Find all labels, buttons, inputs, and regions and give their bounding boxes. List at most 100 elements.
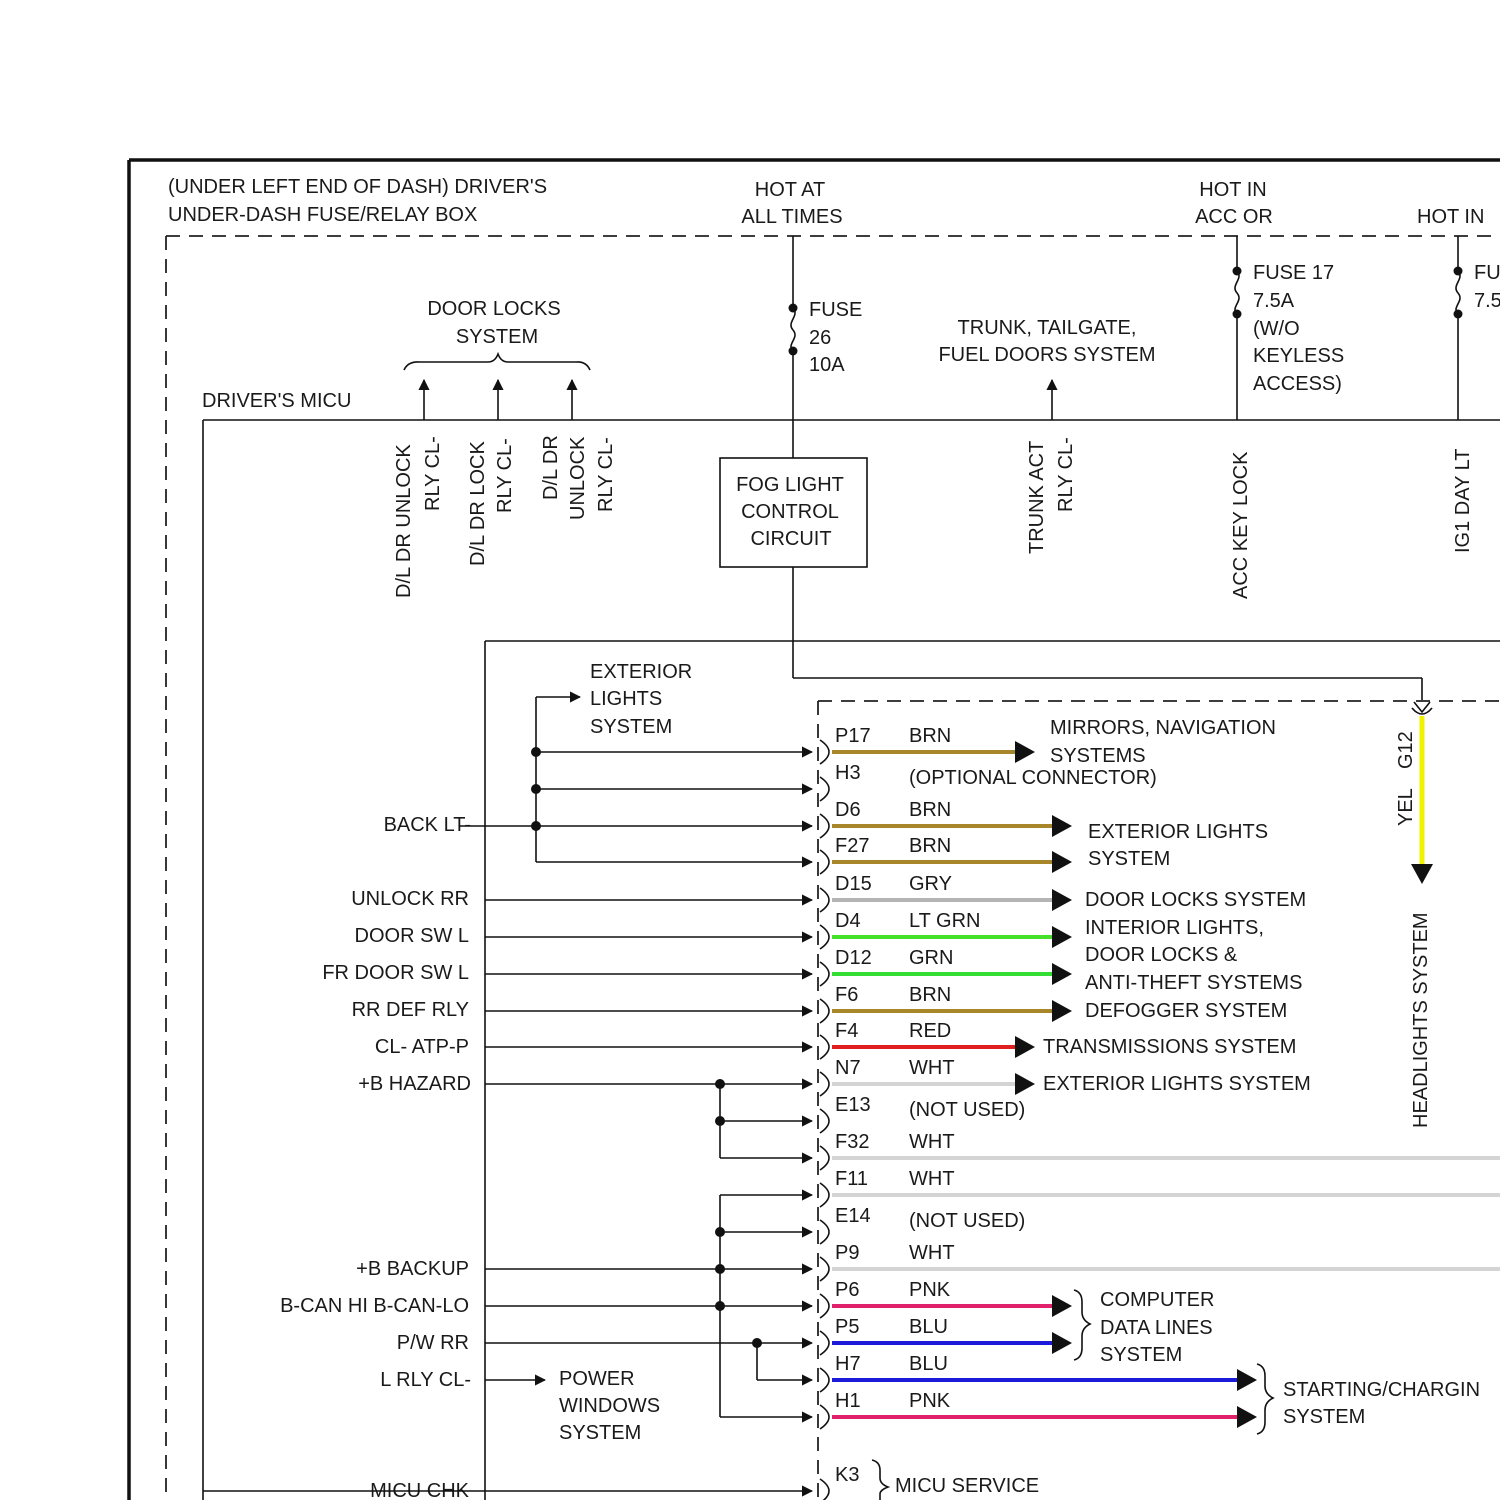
pin-row: H7 BLU [819, 1353, 948, 1393]
connector-bracket [819, 1182, 830, 1208]
diagram-canvas: (UNDER LEFT END OF DASH) DRIVER'S UNDER-… [127, 158, 1500, 1500]
pin-row: P9 WHT [819, 1242, 955, 1282]
left-label-micu-chk: MICU CHK [370, 1480, 470, 1500]
fog-light-label-3: CIRCUIT [750, 528, 831, 550]
dest-defogger: DEFOGGER SYSTEM [1085, 1000, 1287, 1022]
pin-row: F32 WHT [819, 1131, 955, 1171]
pin-row: D15 GRY [819, 873, 952, 913]
connector-bracket [819, 1256, 830, 1282]
pin-row: E13 (NOT USED) [819, 1094, 1025, 1134]
pin-id: N7 [835, 1057, 861, 1079]
power-windows-label-3: SYSTEM [559, 1422, 641, 1444]
pin-label-rly-cl-3: RLY CL- [595, 437, 617, 512]
pin-label-dl-dr-unlock: D/L DR UNLOCK [393, 444, 415, 598]
pin-row: P6 PNK [819, 1279, 951, 1319]
connector-bracket [819, 1293, 830, 1319]
left-label-b-can: B-CAN HI B-CAN-LO [280, 1295, 469, 1317]
left-label-b-backup: +B BACKUP [356, 1258, 469, 1280]
connector-bracket [819, 849, 830, 875]
wire-color-label: WHT [909, 1131, 955, 1153]
fuse-box-title-2: UNDER-DASH FUSE/RELAY BOX [168, 204, 477, 226]
hot-at-all-times-2: ALL TIMES [741, 206, 842, 228]
pin-row: F6 BRN [819, 984, 951, 1024]
pin-id: H7 [835, 1353, 861, 1375]
pin-label-trunk-rly: RLY CL- [1055, 437, 1077, 512]
pin-id: F32 [835, 1131, 869, 1153]
fuse-26-label-2: 26 [809, 327, 831, 349]
pin-id: D15 [835, 873, 872, 895]
hot-at-all-times-1: HOT AT [755, 179, 825, 201]
wire-color-label: PNK [909, 1279, 951, 1301]
dest-interior-3: ANTI-THEFT SYSTEMS [1085, 972, 1302, 994]
trunk-label-2: FUEL DOORS SYSTEM [938, 344, 1155, 366]
left-label-pw-rr: P/W RR [397, 1332, 469, 1354]
door-locks-brace [403, 351, 591, 371]
dest-micu-service: MICU SERVICE [895, 1475, 1039, 1497]
hot-in-right: HOT IN [1417, 206, 1484, 228]
dest-interior-2: DOOR LOCKS & [1085, 944, 1238, 966]
wire-color-label: BRN [909, 984, 951, 1006]
pin-id: P17 [835, 725, 871, 747]
pin-id: P6 [835, 1279, 859, 1301]
connector-bracket [819, 887, 830, 913]
wire-color-label: BLU [909, 1353, 948, 1375]
connector-bracket [819, 924, 830, 950]
connector-bracket [819, 1145, 830, 1171]
pin-id: P5 [835, 1316, 859, 1338]
wire-arrowhead [1015, 1073, 1035, 1095]
fog-light-label-1: FOG LIGHT [736, 474, 844, 496]
fuse-right-label-1: FU [1474, 262, 1500, 284]
fuse-26-label-3: 10A [809, 354, 845, 376]
wire-color-label: (NOT USED) [909, 1099, 1025, 1121]
pin-row: P5 BLU [819, 1316, 948, 1356]
pin-label-dl-dr-unlock-rly: RLY CL- [422, 436, 444, 511]
pin-id: D6 [835, 799, 861, 821]
fuse-17-label-5: ACCESS) [1253, 373, 1342, 395]
fuse-17-label-3: (W/O [1253, 318, 1300, 340]
dest-exterior-lights-1: EXTERIOR LIGHTS [1088, 821, 1268, 843]
pin-row: E14 (NOT USED) [819, 1205, 1025, 1245]
fuse-17-label-2: 7.5A [1253, 290, 1295, 312]
door-locks-label-2: SYSTEM [456, 326, 538, 348]
pin-label-dl-dr-lock: D/L DR LOCK [467, 440, 489, 566]
pin-row: D4 LT GRN [819, 910, 981, 950]
wire-arrowhead [1237, 1369, 1257, 1391]
dest-interior-1: INTERIOR LIGHTS, [1085, 917, 1264, 939]
connector-bracket [819, 1071, 830, 1097]
pin-label-acc-key-lock: ACC KEY LOCK [1230, 451, 1252, 599]
pin-row: D6 BRN [819, 799, 951, 839]
connector-bracket [819, 961, 830, 987]
left-label-rr-def-rly: RR DEF RLY [352, 999, 469, 1021]
pin-row: F27 BRN [819, 835, 951, 875]
wire-arrowhead [1015, 1036, 1035, 1058]
dest-computer-3: SYSTEM [1100, 1344, 1182, 1366]
left-label-unlock-rr: UNLOCK RR [351, 888, 469, 910]
wire-color-label: WHT [909, 1057, 955, 1079]
fuse-17-label-4: KEYLESS [1253, 345, 1344, 367]
wire-color-label: PNK [909, 1390, 951, 1412]
pin-row: N7 WHT [819, 1057, 955, 1097]
pin-label-unlock-2: UNLOCK [567, 436, 589, 520]
wire-arrowhead [1052, 1295, 1072, 1317]
dest-starting-1: STARTING/CHARGIN [1283, 1379, 1480, 1401]
pin-id: F11 [835, 1168, 868, 1190]
pin-row: H1 PNK [819, 1390, 951, 1430]
wire-arrowhead [1052, 1332, 1072, 1354]
exterior-lights-label-2: LIGHTS [590, 688, 662, 710]
dest-exterior-lights-2: SYSTEM [1088, 848, 1170, 870]
wire-color-label: (OPTIONAL CONNECTOR) [909, 767, 1157, 789]
wire-arrowhead [1052, 1000, 1072, 1022]
pin-label-trunk-act: TRUNK ACT [1026, 441, 1048, 554]
dest-transmission: TRANSMISSIONS SYSTEM [1043, 1036, 1296, 1058]
wire-arrowhead [1052, 963, 1072, 985]
connector-bracket [819, 739, 830, 765]
pin-row: F4 RED [819, 1020, 951, 1060]
pin-label-ig1-day-lt: IG1 DAY LT [1452, 449, 1474, 553]
fog-to-headlight-wire [792, 567, 1423, 700]
left-label-cl-atp-p: CL- ATP-P [375, 1036, 469, 1058]
left-label-back-lt: BACK LT- [384, 814, 471, 836]
wire-color-label: BRN [909, 799, 951, 821]
pin-id: D4 [835, 910, 861, 932]
wire-arrowhead [1052, 889, 1072, 911]
pin-id: K3 [835, 1464, 859, 1486]
